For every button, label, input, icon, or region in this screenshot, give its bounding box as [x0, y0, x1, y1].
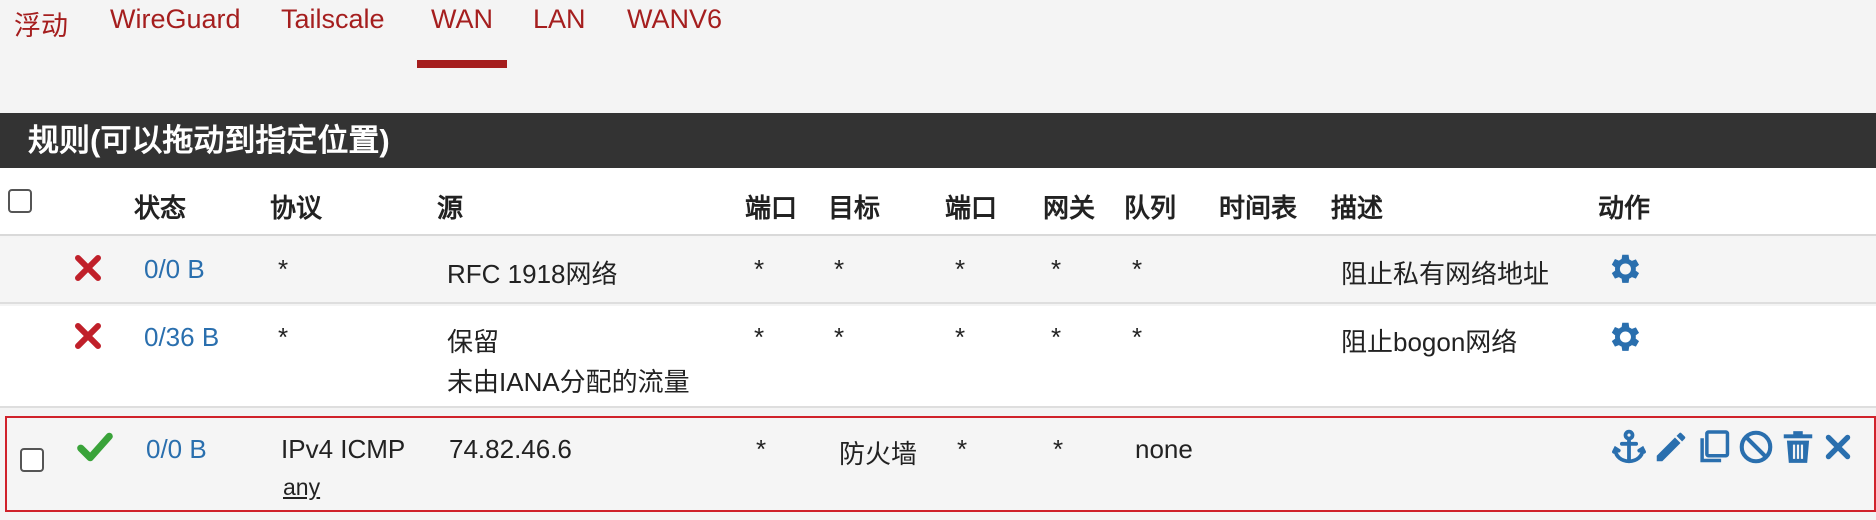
trash-icon[interactable] — [1779, 428, 1817, 466]
column-schedule: 时间表 — [1219, 193, 1298, 223]
dest-port-value: * — [955, 254, 966, 284]
panel-title: 规则(可以拖动到指定位置) — [0, 113, 1876, 168]
select-all-checkbox[interactable] — [8, 189, 32, 213]
tab-floating[interactable]: 浮动 — [14, 4, 68, 43]
protocol-value: * — [278, 254, 289, 284]
column-queue: 队列 — [1124, 193, 1177, 223]
states-link[interactable]: 0/0 B — [144, 254, 205, 285]
tab-wireguard[interactable]: WireGuard — [110, 4, 241, 35]
column-description: 描述 — [1331, 193, 1384, 223]
anchor-icon[interactable] — [1610, 428, 1648, 466]
queue-value: * — [1132, 254, 1143, 284]
description-value: 阻止私有网络地址 — [1341, 259, 1550, 289]
column-source: 源 — [437, 193, 464, 223]
queue-value: none — [1135, 434, 1193, 464]
table-row-selected[interactable]: 0/0 B IPv4 ICMP any 74.82.46.6 * 防火墙 * *… — [5, 416, 1876, 512]
source-subtext: 未由IANA分配的流量 — [447, 367, 690, 397]
row-checkbox[interactable] — [20, 448, 44, 472]
queue-value: * — [1132, 322, 1143, 352]
table-header: 状态 协议 源 端口 目标 端口 网关 队列 时间表 描述 动作 — [0, 168, 1876, 236]
gear-icon[interactable] — [1605, 250, 1643, 288]
states-link[interactable]: 0/0 B — [146, 434, 207, 465]
gateway-value: * — [1051, 322, 1062, 352]
copy-icon[interactable] — [1695, 428, 1733, 466]
check-icon — [76, 428, 114, 466]
tab-wanv6[interactable]: WANV6 — [627, 4, 722, 35]
destination-value: * — [834, 322, 845, 352]
tab-tailscale[interactable]: Tailscale — [281, 4, 385, 35]
dest-port-value: * — [955, 322, 966, 352]
gateway-value: * — [1051, 254, 1062, 284]
states-link[interactable]: 0/36 B — [144, 322, 219, 353]
source-value: RFC 1918网络 — [447, 259, 618, 289]
disable-icon[interactable] — [1737, 428, 1775, 466]
source-port-value: * — [754, 254, 765, 284]
delete-x-icon[interactable] — [1821, 430, 1855, 464]
tab-bar: 浮动 WireGuard Tailscale WAN LAN WANV6 — [0, 0, 1876, 70]
column-actions: 动作 — [1598, 193, 1651, 223]
column-protocol: 协议 — [270, 193, 323, 223]
table-row[interactable]: 0/0 B * RFC 1918网络 * * * * * 阻止私有网络地址 — [0, 238, 1876, 304]
x-icon — [72, 252, 104, 284]
dest-port-value: * — [957, 434, 968, 464]
pencil-icon[interactable] — [1652, 428, 1690, 466]
destination-value: 防火墙 — [839, 439, 918, 469]
column-gateway: 网关 — [1043, 193, 1096, 223]
x-icon — [72, 320, 104, 352]
tab-wan[interactable]: WAN — [417, 4, 507, 68]
protocol-value: * — [278, 322, 289, 352]
source-port-value: * — [756, 434, 767, 464]
icmp-type-subtext[interactable]: any — [283, 474, 320, 501]
source-value: 74.82.46.6 — [449, 434, 572, 464]
table-row[interactable]: 0/36 B * 保留 未由IANA分配的流量 * * * * * 阻止bogo… — [0, 306, 1876, 408]
source-value: 保留 — [447, 327, 500, 357]
column-source-port: 端口 — [745, 193, 798, 223]
gateway-value: * — [1053, 434, 1064, 464]
column-destination: 目标 — [828, 193, 881, 223]
gear-icon[interactable] — [1605, 318, 1643, 356]
destination-value: * — [834, 254, 845, 284]
description-value: 阻止bogon网络 — [1341, 327, 1518, 357]
column-dest-port: 端口 — [945, 193, 998, 223]
source-port-value: * — [754, 322, 765, 352]
protocol-value: IPv4 ICMP — [281, 434, 406, 464]
column-state: 状态 — [134, 193, 187, 223]
tab-lan[interactable]: LAN — [533, 4, 586, 35]
